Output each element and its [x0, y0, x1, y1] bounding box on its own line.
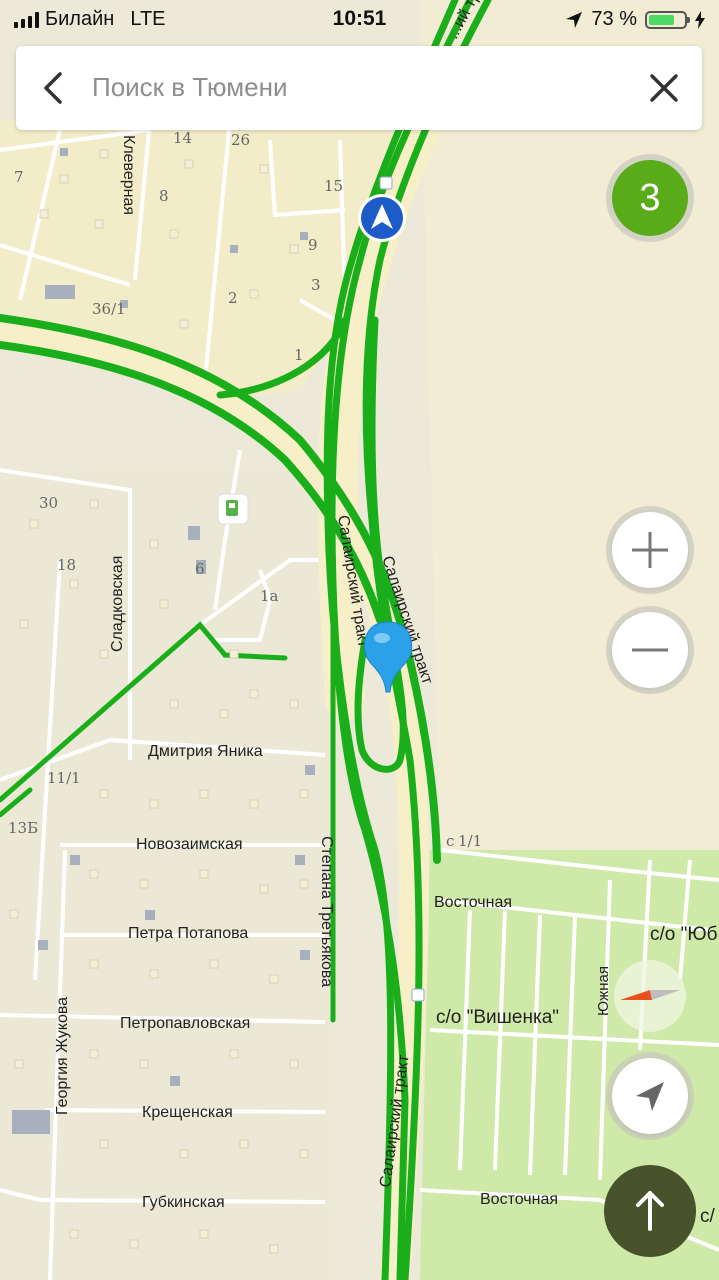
house-number: 26 [231, 131, 250, 149]
minus-icon [632, 648, 668, 652]
arrow-up-icon [636, 1191, 664, 1231]
battery-percent: 73 % [591, 8, 637, 30]
street-klevernaya: Клеверная [120, 135, 137, 215]
house-number: 1 [294, 346, 304, 364]
street-petropavlovskaya: Петропавловская [120, 1015, 250, 1032]
status-right: 73 % [565, 8, 705, 31]
location-arrow-icon [636, 1082, 664, 1111]
location-services-icon [566, 11, 583, 28]
house-number: с [446, 832, 454, 850]
compass-button[interactable] [614, 960, 686, 1032]
house-number: 15 [324, 177, 343, 195]
street-dmitriya-yanika: Дмитрия Яника [148, 743, 263, 760]
house-number: 7 [14, 168, 24, 186]
search-input[interactable]: Поиск в Тюмени [92, 72, 287, 103]
battery-icon [645, 10, 690, 29]
house-number: 8 [159, 187, 169, 205]
street-so-vishenka: с/о "Вишенка" [436, 1007, 559, 1028]
house-number: 9 [308, 236, 318, 254]
traffic-level-button[interactable]: 3 [612, 160, 688, 236]
house-number: 1/1 [458, 832, 482, 850]
plus-icon [632, 532, 668, 568]
back-button[interactable] [32, 66, 76, 110]
street-vostochnaya-1: Восточная [434, 894, 512, 911]
street-so-yu: с/о "Юб [650, 924, 718, 945]
street-so-cut: с/ [700, 1206, 716, 1227]
street-georgiya-zhukova: Георгия Жукова [54, 997, 71, 1115]
gas-station-icon [217, 493, 249, 525]
house-number: 36/1 [92, 300, 126, 318]
house-number: 6 [195, 560, 205, 578]
street-novozaimskaya: Новозаимская [136, 836, 243, 853]
street-petra-potapova: Петра Потапова [128, 925, 248, 942]
house-number: 13Б [8, 819, 38, 837]
compass-icon [620, 990, 680, 1000]
street-kreshchenskaya: Крещенская [142, 1104, 233, 1121]
status-bar: Билайн LTE 10:51 73 % [0, 0, 719, 40]
street-stepana-tretyakova: Степана Третьякова [318, 836, 335, 987]
house-number: 1а [260, 587, 279, 605]
zoom-in-button[interactable] [612, 512, 688, 588]
zoom-out-button[interactable] [612, 612, 688, 688]
house-number: 3 [311, 276, 321, 294]
search-bar[interactable]: Поиск в Тюмени [16, 46, 702, 130]
navigation-button[interactable] [604, 1165, 696, 1257]
street-sladkovskaya: Сладковская [109, 556, 126, 652]
house-number: 18 [57, 556, 76, 574]
my-location-button[interactable] [612, 1058, 688, 1134]
user-location-icon [358, 194, 406, 242]
house-number: 2 [228, 289, 238, 307]
street-yuzhnaya: Южная [595, 966, 612, 1016]
house-number: 14 [173, 129, 192, 147]
close-button[interactable] [642, 66, 686, 110]
house-number: 11/1 [47, 769, 81, 787]
charging-icon [695, 10, 705, 29]
street-vostochnaya-2: Восточная [480, 1191, 558, 1208]
house-number: 30 [39, 494, 58, 512]
street-gubkinskaya: Губкинская [142, 1194, 225, 1211]
